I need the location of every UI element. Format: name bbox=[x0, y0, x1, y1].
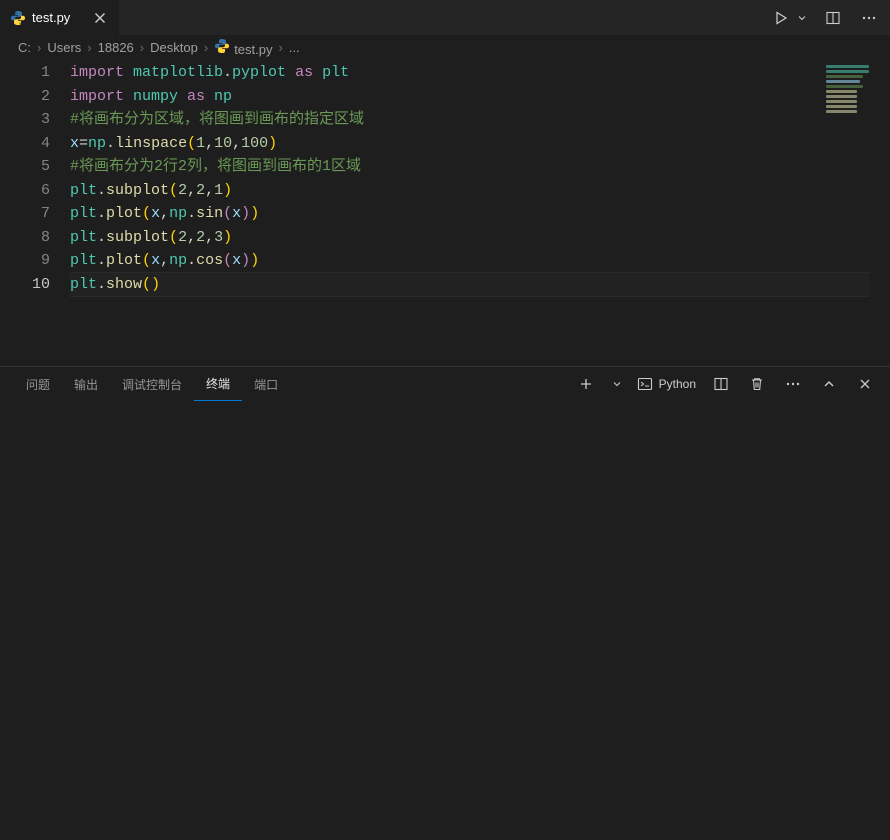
editor-actions bbox=[760, 0, 890, 35]
breadcrumb-file-label: test.py bbox=[234, 42, 272, 57]
more-actions-icon[interactable] bbox=[858, 7, 880, 29]
code-line[interactable]: import numpy as np bbox=[70, 85, 870, 109]
line-number: 6 bbox=[0, 179, 50, 203]
breadcrumb-part[interactable]: 18826 bbox=[98, 40, 134, 55]
python-file-icon bbox=[214, 38, 230, 54]
line-number: 5 bbox=[0, 155, 50, 179]
terminal-profile-selector[interactable]: Python bbox=[637, 376, 696, 392]
chevron-right-icon: › bbox=[274, 40, 286, 55]
tab-close-icon[interactable] bbox=[91, 9, 109, 27]
code-line[interactable]: plt.plot(x,np.cos(x)) bbox=[70, 249, 870, 273]
terminal-body[interactable] bbox=[0, 401, 890, 840]
breadcrumb-symbol[interactable]: ... bbox=[289, 40, 300, 55]
breadcrumb-part[interactable]: Users bbox=[47, 40, 81, 55]
code-area[interactable]: import matplotlib.pyplot as pltimport nu… bbox=[70, 61, 890, 296]
panel-tab-terminal[interactable]: 终端 bbox=[194, 367, 242, 401]
run-button-group[interactable] bbox=[770, 7, 808, 29]
panel-tab-output[interactable]: 输出 bbox=[62, 367, 110, 401]
new-terminal-icon[interactable] bbox=[575, 373, 597, 395]
panel-tab-problems[interactable]: 问题 bbox=[14, 367, 62, 401]
split-editor-icon[interactable] bbox=[822, 7, 844, 29]
code-line[interactable]: plt.show() bbox=[70, 272, 870, 298]
code-line[interactable]: plt.subplot(2,2,3) bbox=[70, 226, 870, 250]
line-number: 4 bbox=[0, 132, 50, 156]
tabs-container: test.py bbox=[0, 0, 120, 35]
code-line[interactable]: plt.plot(x,np.sin(x)) bbox=[70, 202, 870, 226]
breadcrumb[interactable]: C: › Users › 18826 › Desktop › test.py ›… bbox=[0, 35, 890, 59]
maximize-panel-icon[interactable] bbox=[818, 373, 840, 395]
terminal-profile-label: Python bbox=[659, 377, 696, 391]
line-number: 2 bbox=[0, 85, 50, 109]
line-number: 1 bbox=[0, 61, 50, 85]
chevron-right-icon: › bbox=[200, 40, 212, 55]
chevron-right-icon: › bbox=[83, 40, 95, 55]
panel-tabs-left: 问题 输出 调试控制台 终端 端口 bbox=[14, 367, 290, 401]
breadcrumb-part[interactable]: C: bbox=[18, 40, 31, 55]
line-number: 8 bbox=[0, 226, 50, 250]
line-number: 3 bbox=[0, 108, 50, 132]
new-terminal-dropdown-icon[interactable] bbox=[611, 373, 623, 395]
panel-tab-bar: 问题 输出 调试控制台 终端 端口 Python bbox=[0, 367, 890, 401]
breadcrumb-file[interactable]: test.py bbox=[214, 38, 272, 57]
run-icon[interactable] bbox=[770, 7, 792, 29]
code-line[interactable]: x=np.linspace(1,10,100) bbox=[70, 132, 870, 156]
code-editor[interactable]: 12345678910 import matplotlib.pyplot as … bbox=[0, 59, 890, 296]
bottom-panel: 问题 输出 调试控制台 终端 端口 Python bbox=[0, 366, 890, 840]
tab-test-py[interactable]: test.py bbox=[0, 0, 120, 35]
panel-more-icon[interactable] bbox=[782, 373, 804, 395]
line-number: 10 bbox=[0, 273, 50, 297]
tab-label: test.py bbox=[32, 10, 70, 25]
code-line[interactable]: plt.subplot(2,2,1) bbox=[70, 179, 870, 203]
panel-tab-ports[interactable]: 端口 bbox=[242, 367, 290, 401]
code-line[interactable]: import matplotlib.pyplot as plt bbox=[70, 61, 870, 85]
chevron-right-icon: › bbox=[33, 40, 45, 55]
kill-terminal-icon[interactable] bbox=[746, 373, 768, 395]
breadcrumb-part[interactable]: Desktop bbox=[150, 40, 198, 55]
split-terminal-icon[interactable] bbox=[710, 373, 732, 395]
chevron-right-icon: › bbox=[136, 40, 148, 55]
run-dropdown-icon[interactable] bbox=[796, 7, 808, 29]
python-file-icon bbox=[10, 10, 26, 26]
panel-tab-debug-console[interactable]: 调试控制台 bbox=[110, 367, 194, 401]
tab-bar: test.py bbox=[0, 0, 890, 35]
editor-window: test.py C: › bbox=[0, 0, 890, 840]
line-number: 7 bbox=[0, 202, 50, 226]
code-line[interactable]: #将画布分为2行2列，将图画到画布的1区域 bbox=[70, 155, 870, 179]
line-number-gutter: 12345678910 bbox=[0, 61, 70, 296]
close-panel-icon[interactable] bbox=[854, 373, 876, 395]
code-line[interactable]: #将画布分为区域，将图画到画布的指定区域 bbox=[70, 108, 870, 132]
line-number: 9 bbox=[0, 249, 50, 273]
panel-actions: Python bbox=[575, 373, 876, 395]
